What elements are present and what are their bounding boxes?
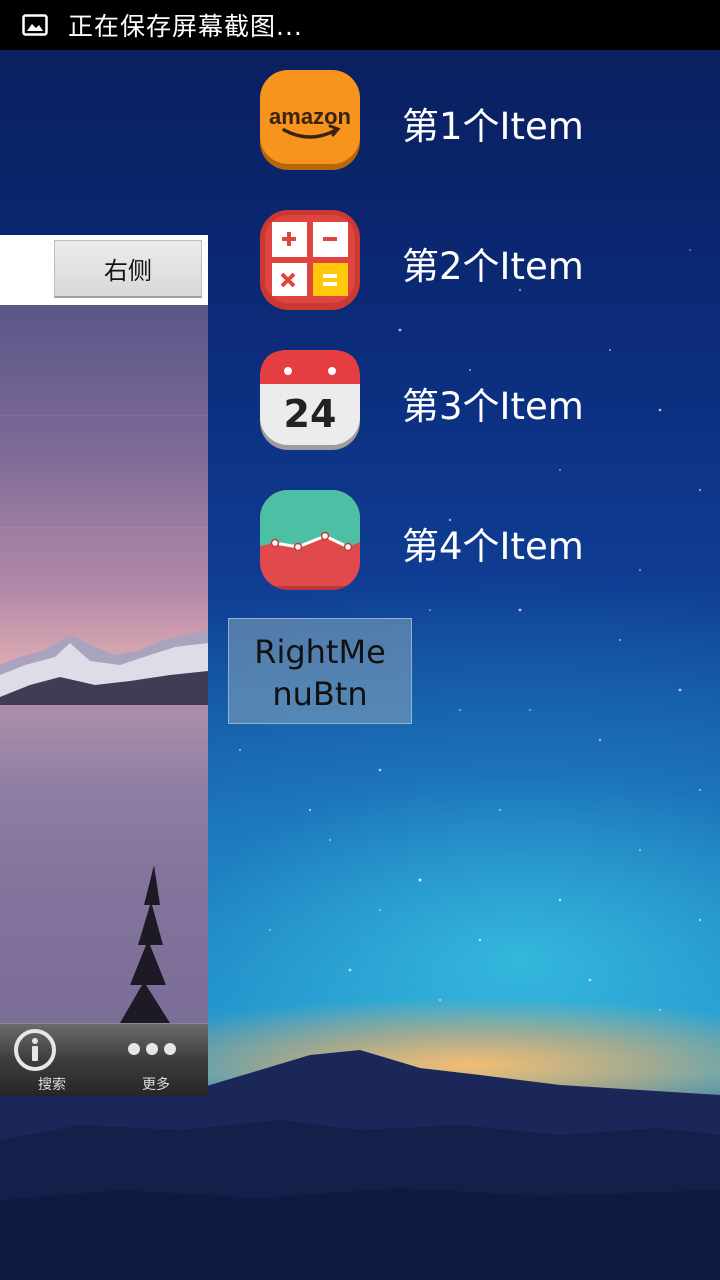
chart-icon — [260, 490, 360, 590]
right-menu-button-line2: nuBtn — [272, 675, 368, 713]
bottom-tab-bar: 搜索 更多 — [0, 1023, 208, 1096]
svg-text:24: 24 — [284, 392, 337, 436]
amazon-icon: amazon — [260, 70, 360, 170]
landscape-scene — [0, 630, 208, 1023]
tab-more-label: 更多 — [142, 1077, 170, 1093]
menu-item-4-label: 第4个Item — [402, 525, 584, 568]
menu-item-2-label: 第2个Item — [402, 245, 584, 288]
right-side-button[interactable]: 右侧 — [54, 240, 202, 298]
landscape-photo — [0, 305, 208, 1023]
calculator-icon — [260, 210, 360, 310]
menu-item-4[interactable]: 第4个Item — [260, 490, 700, 600]
tab-more[interactable]: 更多 — [104, 1024, 208, 1096]
top-bar: 右侧 — [0, 235, 208, 305]
image-icon — [22, 14, 48, 36]
tab-search[interactable]: 搜索 — [0, 1024, 104, 1096]
main-content-panel: 右侧 搜索 更多 — [0, 235, 208, 1096]
right-menu-button[interactable]: RightMe nuBtn — [228, 618, 412, 724]
menu-item-1-label: 第1个Item — [402, 105, 584, 148]
menu-item-3[interactable]: 24 第3个Item — [260, 350, 700, 460]
svg-text:amazon: amazon — [269, 104, 351, 129]
menu-item-1[interactable]: amazon 第1个Item — [260, 70, 700, 180]
menu-item-2[interactable]: 第2个Item — [260, 210, 700, 320]
info-icon — [14, 1029, 56, 1071]
tab-search-label: 搜索 — [38, 1077, 66, 1093]
status-text: 正在保存屏幕截图... — [68, 12, 303, 41]
more-dots-icon — [128, 1043, 176, 1055]
menu-item-3-label: 第3个Item — [402, 385, 584, 428]
status-bar: 正在保存屏幕截图... — [0, 0, 720, 50]
calendar-icon: 24 — [260, 350, 360, 450]
right-menu-button-line1: RightMe — [254, 633, 386, 671]
